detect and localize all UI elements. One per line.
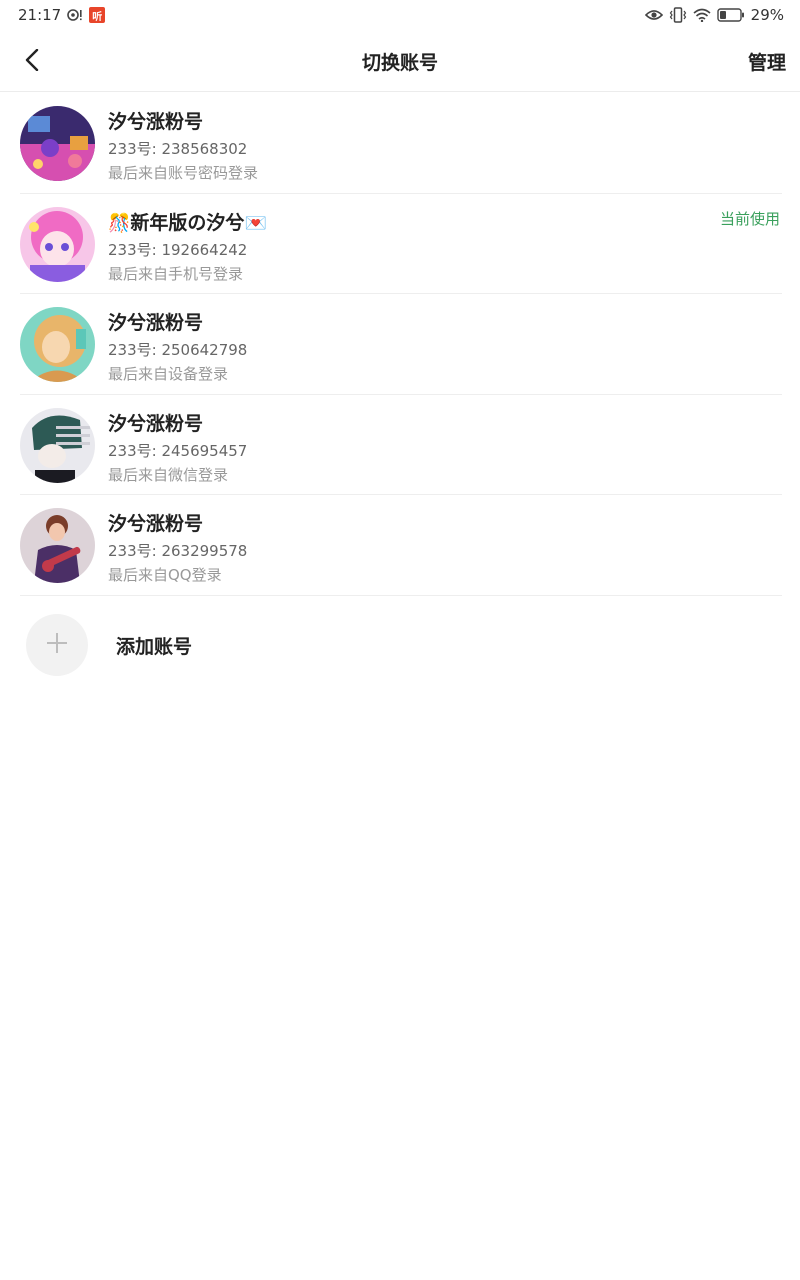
account-login-method: 最后来自QQ登录	[108, 566, 222, 584]
avatar	[20, 206, 95, 282]
avatar	[20, 508, 95, 583]
account-id: 233号: 238568302	[108, 140, 248, 158]
avatar	[20, 106, 95, 181]
account-login-method: 最后来自微信登录	[108, 465, 229, 484]
current-account-badge: 当前使用	[719, 209, 780, 228]
manage-button[interactable]: 管理	[748, 30, 786, 92]
account-login-method: 最后来自设备登录	[108, 365, 229, 383]
battery-percent: 29%	[750, 6, 784, 24]
account-name: 汐兮涨粉号	[108, 111, 204, 133]
account-id: 233号: 250642798	[108, 341, 248, 359]
account-name: 汐兮涨粉号	[108, 312, 204, 334]
status-left: 21:17 听	[18, 6, 106, 24]
status-time: 21:17	[18, 6, 62, 24]
back-button[interactable]	[18, 48, 46, 76]
status-bar: 21:17 听 29%	[0, 0, 800, 30]
add-account-label: 添加账号	[116, 635, 193, 658]
account-item-current[interactable]: 🎊新年版の汐兮💌 233号: 192664242 最后来自手机号登录 当前使用	[20, 194, 782, 294]
account-login-method: 最后来自手机号登录	[108, 264, 244, 283]
avatar	[20, 407, 95, 483]
account-item[interactable]: 汐兮涨粉号 233号: 250642798 最后来自设备登录	[20, 294, 782, 395]
confetti-emoji-icon: 🎊	[108, 212, 131, 234]
chevron-left-icon	[25, 48, 39, 75]
notification-icon	[67, 8, 83, 22]
account-name-text: 新年版の汐兮	[130, 211, 245, 234]
plus-icon	[46, 632, 68, 658]
listen-app-badge-icon: 听	[89, 7, 106, 23]
account-name: 🎊新年版の汐兮💌	[108, 208, 267, 235]
account-item[interactable]: 汐兮涨粉号 233号: 238568302 最后来自账号密码登录	[20, 93, 782, 194]
eye-icon	[644, 9, 663, 21]
account-name: 汐兮涨粉号	[108, 412, 204, 435]
account-id: 233号: 245695457	[108, 441, 248, 460]
account-list: 汐兮涨粉号 233号: 238568302 最后来自账号密码登录 🎊新年版の汐兮…	[20, 93, 782, 596]
account-item[interactable]: 汐兮涨粉号 233号: 245695457 最后来自微信登录	[20, 395, 782, 495]
account-login-method: 最后来自账号密码登录	[108, 164, 259, 182]
love-letter-emoji-icon: 💌	[244, 212, 267, 234]
account-id: 233号: 263299578	[108, 542, 248, 560]
account-item[interactable]: 汐兮涨粉号 233号: 263299578 最后来自QQ登录	[20, 495, 782, 596]
avatar	[20, 307, 95, 382]
account-name: 汐兮涨粉号	[108, 513, 204, 535]
battery-icon	[716, 8, 745, 22]
add-account-button[interactable]: 添加账号	[26, 614, 426, 676]
vibrate-icon	[669, 7, 687, 23]
page-title: 切换账号	[361, 51, 438, 74]
account-id: 233号: 192664242	[108, 240, 248, 259]
nav-bar: 切换账号 管理	[0, 30, 800, 92]
status-right: 29%	[644, 6, 784, 24]
wifi-icon	[693, 8, 711, 22]
add-circle	[26, 614, 88, 676]
